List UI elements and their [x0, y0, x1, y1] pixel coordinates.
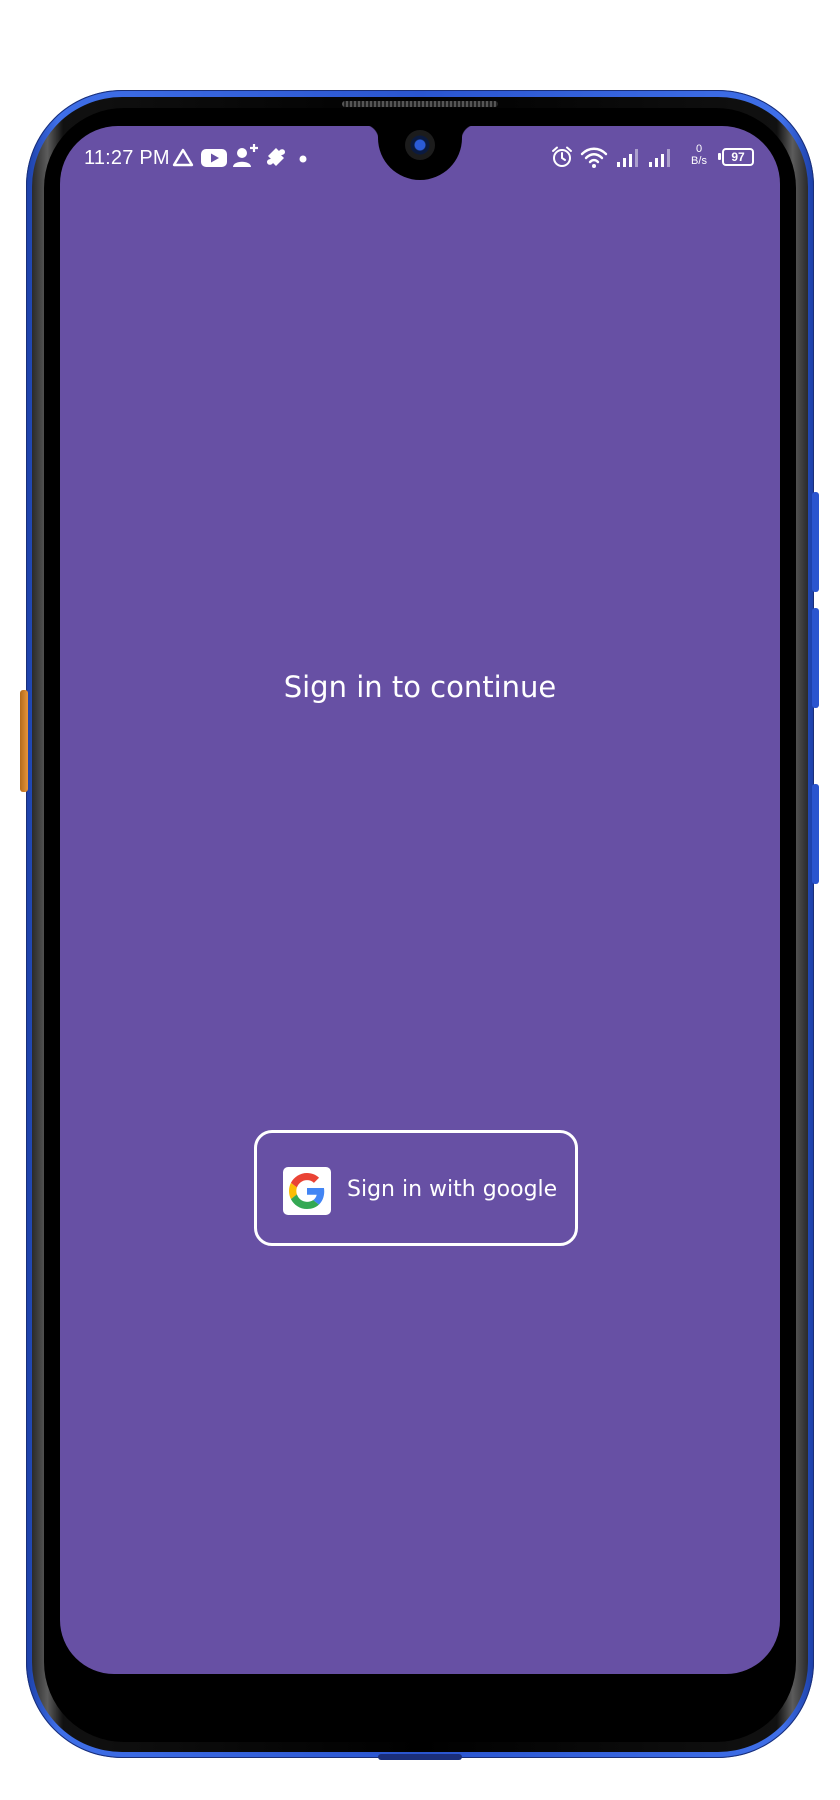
status-bar: 11:27 PM 0 B/s 97 — [60, 126, 780, 186]
alarm-icon — [552, 146, 572, 167]
youtube-icon — [201, 149, 227, 167]
status-time: 11:27 PM — [84, 147, 170, 169]
wifi-icon — [580, 147, 608, 168]
side-button-right-1 — [812, 492, 819, 592]
page-title: Sign in to continue — [283, 670, 557, 704]
dot-icon — [299, 155, 307, 163]
speaker-grille — [342, 101, 498, 107]
bottom-port — [378, 1754, 462, 1760]
google-sign-in-label: Sign in with google — [347, 1177, 558, 1202]
network-speed-value: 0 — [695, 143, 703, 155]
app-screen: 11:27 PM 0 B/s 97 Sign in to continue Si… — [60, 126, 780, 1674]
drive-icon — [172, 148, 194, 167]
puzzle-icon — [267, 148, 285, 166]
signal-icon — [617, 149, 638, 167]
side-button-left — [20, 690, 28, 792]
battery-level: 97 — [731, 150, 745, 164]
battery-icon: 97 — [718, 148, 754, 166]
add-contact-icon — [233, 144, 258, 167]
google-g-icon — [289, 1173, 325, 1209]
battery-tip — [718, 153, 721, 160]
network-speed-unit: B/s — [691, 155, 707, 167]
google-logo-icon — [283, 1167, 331, 1215]
google-sign-in-button[interactable]: Sign in with google — [254, 1130, 578, 1246]
side-button-right-3 — [812, 784, 819, 884]
side-button-right-2 — [812, 608, 819, 708]
network-speed: 0 B/s — [686, 143, 712, 167]
page: 11:27 PM 0 B/s 97 Sign in to continue Si… — [0, 0, 840, 1800]
signal-icon — [649, 149, 670, 167]
